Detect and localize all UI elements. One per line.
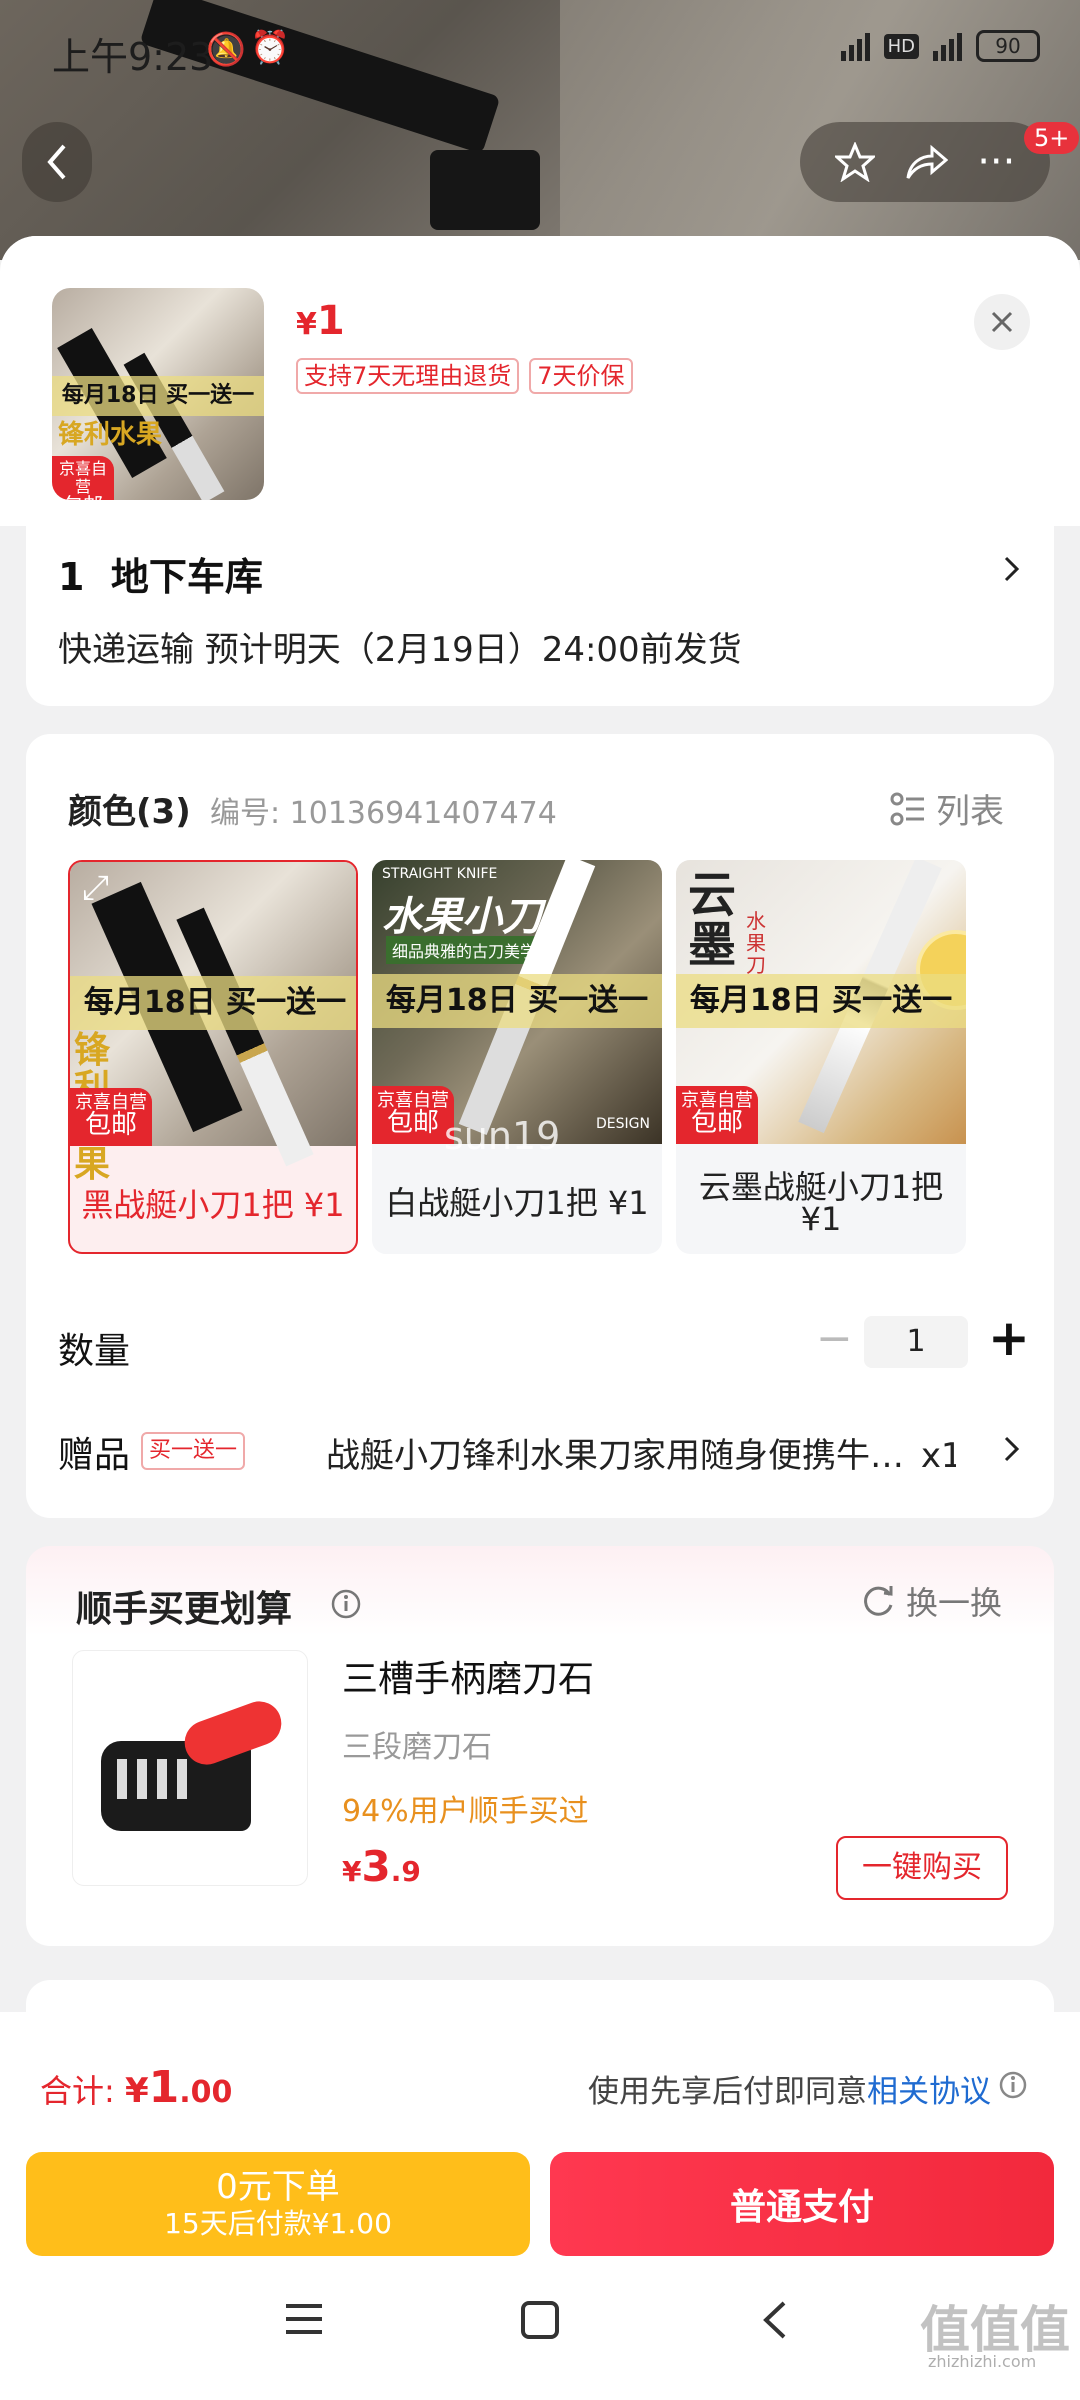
color-title: 颜色(3) <box>68 792 191 832</box>
color-option-yunmo[interactable]: 云墨 水果刀 每月18日 买一送一 京喜自营 包邮 云墨战艇小刀1把 ¥1 <box>676 860 966 1254</box>
gift-label: 赠品 <box>58 1435 131 1476</box>
star-icon[interactable] <box>834 142 875 182</box>
return-tag: 支持7天无理由退货 <box>296 358 520 394</box>
chevron-left-icon <box>47 144 66 180</box>
home-icon[interactable] <box>520 2300 560 2340</box>
product-thumbnail[interactable]: 每月18日 买一送一 锋利水果 京喜自营包邮 <box>52 288 264 500</box>
addon-item-name[interactable]: 三槽手柄磨刀石 <box>342 1650 594 1702</box>
list-icon <box>890 792 924 825</box>
color-option-white[interactable]: STRAIGHT KNIFE 水果小刀 细品典雅的古刀美学 每月18日 买一送一… <box>372 860 662 1254</box>
close-icon <box>991 311 1013 333</box>
chevron-right-icon <box>1004 1436 1020 1462</box>
gift-row[interactable]: 战艇小刀锋利水果刀家用随身便携牛… x1 <box>326 1428 956 1477</box>
jd-self-badge: 京喜自营包邮 <box>676 1086 758 1144</box>
addon-title: 顺手买更划算 <box>76 1589 293 1630</box>
menu-icon[interactable] <box>284 2302 324 2336</box>
quantity-plus-button[interactable]: + <box>988 1308 1030 1368</box>
checkout-footer: 合计: ¥1.00 使用先享后付即同意相关协议 0元下单 15天后付款¥1.00… <box>0 2012 1080 2400</box>
shipping-info: 快递运输 预计明天（2月19日）24:00前发货 <box>58 630 742 670</box>
thumb-side-text: 锋利水果 <box>58 420 163 450</box>
share-icon[interactable] <box>904 142 948 182</box>
product-price: ¥1 <box>296 298 345 344</box>
normal-pay-button[interactable]: 普通支付 <box>550 2152 1054 2256</box>
close-button[interactable] <box>974 294 1030 350</box>
banner-text: 云墨 <box>688 867 737 973</box>
more-icon[interactable]: ··· <box>977 142 1015 182</box>
promo-strip: 每月18日 买一送一 <box>70 976 356 1030</box>
chevron-right-icon <box>1004 556 1020 582</box>
gift-badge: 买一送一 <box>141 1432 246 1470</box>
addon-item-image[interactable] <box>72 1650 308 1886</box>
option-label: 黑战艇小刀1把 ¥1 <box>81 1186 345 1224</box>
status-time: 上午9:23 <box>52 35 214 79</box>
signal-icon <box>840 31 870 61</box>
sheet-header: 每月18日 买一送一 锋利水果 京喜自营包邮 ¥1 支持7天无理由退货 7天价保 <box>0 236 1080 526</box>
agreement-text: 使用先享后付即同意相关协议 <box>588 2074 991 2110</box>
address-card[interactable]: 1 地下车库 快递运输 预计明天（2月19日）24:00前发货 <box>26 526 1054 706</box>
quantity-label: 数量 <box>58 1331 131 1372</box>
alarm-icon: ⏰ <box>250 28 290 66</box>
info-icon[interactable] <box>998 2070 1028 2100</box>
expand-icon[interactable]: ⤢ <box>82 868 109 908</box>
addon-item-sub: 三段磨刀石 <box>342 1730 492 1765</box>
top-actions: ··· <box>800 122 1050 202</box>
price-protect-tag: 7天价保 <box>529 358 633 394</box>
5g-signal-icon <box>933 31 962 61</box>
swap-button[interactable]: 换一换 <box>860 1578 1002 1624</box>
refresh-icon <box>864 1586 893 1616</box>
quantity-minus-button[interactable]: − <box>816 1314 853 1364</box>
jd-self-badge: 京喜自营包邮 <box>52 456 114 500</box>
total-amount: 合计: ¥1.00 <box>40 2062 233 2113</box>
jd-self-badge: 京喜自营包邮 <box>70 1088 152 1146</box>
addon-card: 顺手买更划算 换一换 三槽手柄磨刀石 三段磨刀石 94%用户顺手买过 ¥3.9 … <box>26 1546 1054 1946</box>
site-watermark-url: zhizhizhi.com <box>928 2352 1037 2371</box>
option-label: 白战艇小刀1把 ¥1 <box>385 1184 649 1222</box>
agreement-link[interactable]: 相关协议 <box>867 2074 991 2110</box>
item-code: 编号: 10136941407474 <box>210 796 557 831</box>
promo-strip: 每月18日 买一送一 <box>676 974 966 1028</box>
spec-card: 颜色(3) 编号: 10136941407474 列表 ⤢ 每月18日 买一送一… <box>26 734 1054 1518</box>
promo-strip: 每月18日 买一送一 <box>52 376 264 416</box>
service-tags: 支持7天无理由退货 7天价保 <box>296 358 633 394</box>
back-nav-icon[interactable] <box>760 2300 790 2340</box>
cart-badge: 5+ <box>1024 122 1080 154</box>
back-button[interactable] <box>22 122 92 202</box>
pay-later-button[interactable]: 0元下单 15天后付款¥1.00 <box>26 2152 530 2256</box>
address-name: 地下车库 <box>110 555 263 599</box>
list-view-toggle[interactable]: 列表 <box>890 784 1004 833</box>
addon-item-price: ¥3.9 <box>342 1842 421 1891</box>
jd-self-badge: 京喜自营包邮 <box>372 1086 454 1144</box>
option-price: ¥1 <box>800 1200 842 1238</box>
hd-icon: HD <box>883 33 919 59</box>
one-click-buy-button[interactable]: 一键购买 <box>836 1836 1008 1900</box>
spec-selection-sheet: 每月18日 买一送一 锋利水果 京喜自营包邮 ¥1 支持7天无理由退货 7天价保… <box>0 236 1080 2400</box>
addon-item-stat: 94%用户顺手买过 <box>342 1794 589 1829</box>
gift-text: 战艇小刀锋利水果刀家用随身便携牛… <box>326 1436 904 1476</box>
color-option-black[interactable]: ⤢ 每月18日 买一送一 锋利水果 京喜自营包邮 黑战艇小刀1把 ¥1 <box>68 860 358 1254</box>
promo-strip: 每月18日 买一送一 <box>372 974 662 1028</box>
address-index: 1 <box>58 555 85 599</box>
image-watermark: sun19 <box>444 1114 561 1158</box>
quantity-input[interactable]: 1 <box>864 1316 968 1368</box>
battery-icon: 90 <box>976 30 1040 62</box>
info-icon[interactable] <box>330 1588 362 1620</box>
gift-count: x1 <box>920 1436 956 1476</box>
status-bar: 上午9:23 🔕 ⏰ HD 90 <box>0 0 1080 100</box>
banner-text: 水果小刀 <box>382 894 542 940</box>
mute-icon: 🔕 <box>206 30 246 68</box>
